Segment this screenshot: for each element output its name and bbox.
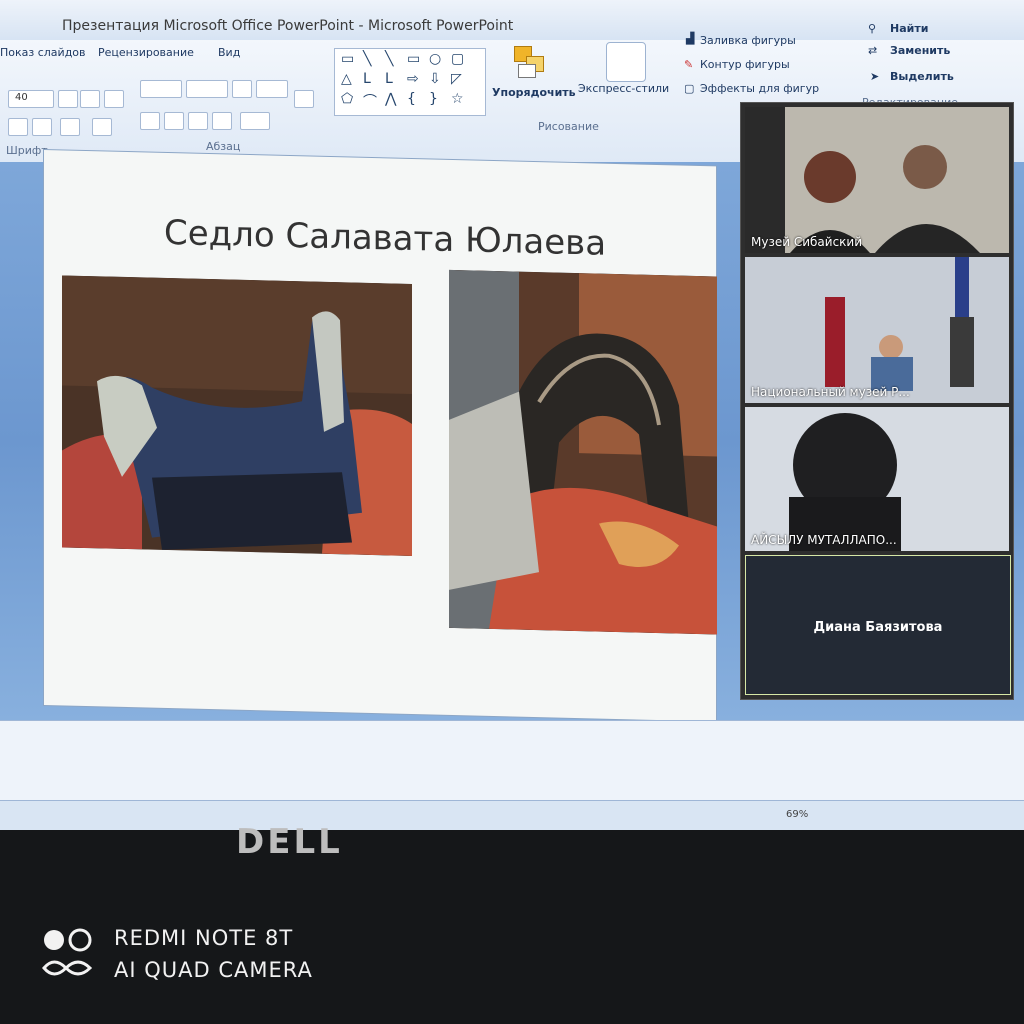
slide[interactable]: Седло Салавата Юлаева bbox=[44, 150, 717, 722]
shrink-font-icon[interactable] bbox=[80, 90, 100, 108]
textbox-shape-icon[interactable]: ▭ bbox=[341, 51, 354, 67]
elbow-connector-icon[interactable]: ᒪ bbox=[363, 71, 371, 87]
rounded-rect-shape-icon[interactable]: ▢ bbox=[451, 51, 464, 67]
window-titlebar: Презентация Microsoft Office PowerPoint … bbox=[0, 0, 1024, 42]
paragraph-group-label: Абзац bbox=[206, 140, 241, 153]
camera-logo-icon bbox=[42, 928, 93, 976]
quick-styles-icon[interactable] bbox=[606, 42, 646, 82]
participant-tile-2[interactable]: Национальный музей Р... bbox=[745, 257, 1009, 403]
font-color-icon[interactable] bbox=[92, 118, 112, 136]
shape-effects-button[interactable]: Эффекты для фигур bbox=[700, 82, 819, 95]
align-left-icon[interactable] bbox=[140, 112, 160, 130]
callout-shape-icon[interactable]: ◸ bbox=[451, 71, 462, 87]
pencil-icon[interactable]: ✎ bbox=[684, 58, 693, 71]
numbering-icon[interactable] bbox=[186, 80, 228, 98]
shape-fill-button[interactable]: Заливка фигуры bbox=[700, 34, 796, 47]
participant-name-3: АЙСЫЛУ МУТАЛЛАПО... bbox=[751, 533, 897, 547]
star-shape-icon[interactable]: ☆ bbox=[451, 91, 464, 107]
saddle-photo-right[interactable] bbox=[449, 269, 717, 635]
paint-bucket-icon[interactable]: ▟ bbox=[686, 32, 694, 45]
saddle-left-image bbox=[62, 275, 412, 556]
columns-icon[interactable] bbox=[240, 112, 270, 130]
arrange-button[interactable]: Упорядочить bbox=[492, 86, 576, 99]
shapes-gallery[interactable]: ▭ ╲ ╲ ▭ ○ ▢ △ ᒪ ᒪ ⇨ ⇩ ◸ ⬠ ⌒ ⋀ { } ☆ bbox=[334, 48, 486, 116]
font-size-box[interactable]: 40 bbox=[8, 90, 54, 108]
tab-view[interactable]: Вид bbox=[218, 46, 240, 59]
char-spacing-icon[interactable] bbox=[32, 118, 52, 136]
curve-shape-icon[interactable]: ⌒ bbox=[363, 91, 377, 111]
participant-name-4: Диана Баязитова bbox=[813, 620, 943, 635]
participant-video-2 bbox=[745, 257, 1009, 403]
participant-video-3 bbox=[745, 407, 1009, 551]
tab-review[interactable]: Рецензирование bbox=[98, 46, 194, 59]
left-brace-shape-icon[interactable]: { bbox=[407, 91, 416, 107]
replace-icon[interactable]: ⇄ bbox=[868, 44, 877, 57]
participant-name-1: Музей Сибайский bbox=[751, 235, 863, 249]
watermark-line-1: REDMI NOTE 8T bbox=[114, 926, 294, 950]
window-title: Презентация Microsoft Office PowerPoint … bbox=[62, 18, 514, 34]
shape-outline-button[interactable]: Контур фигуры bbox=[700, 58, 790, 71]
participant-video-1 bbox=[745, 107, 1009, 253]
participant-tile-4[interactable]: Диана Баязитова bbox=[745, 555, 1011, 695]
quick-styles-button[interactable]: Экспресс-стили bbox=[578, 82, 669, 95]
oval-shape-icon[interactable]: ○ bbox=[429, 51, 441, 67]
cursor-icon[interactable]: ➤ bbox=[870, 70, 879, 83]
shadow-icon[interactable] bbox=[8, 118, 28, 136]
arrange-icon[interactable] bbox=[512, 44, 550, 80]
change-case-icon[interactable] bbox=[60, 118, 80, 136]
elbow-arrow-icon[interactable]: ᒪ bbox=[385, 71, 393, 87]
down-arrow-shape-icon[interactable]: ⇩ bbox=[429, 71, 441, 87]
freeform-shape-icon[interactable]: ⋀ bbox=[385, 91, 396, 107]
status-bar: 69% bbox=[0, 800, 1024, 830]
saddle-right-image bbox=[449, 269, 717, 635]
saddle-photo-left[interactable] bbox=[62, 275, 412, 556]
participant-tile-1[interactable]: Музей Сибайский bbox=[745, 107, 1009, 253]
select-button[interactable]: Выделить bbox=[890, 70, 954, 83]
find-button[interactable]: Найти bbox=[890, 22, 928, 35]
replace-button[interactable]: Заменить bbox=[890, 44, 950, 57]
flowchart-shape-icon[interactable]: ⬠ bbox=[341, 91, 353, 107]
laptop-screen: Презентация Microsoft Office PowerPoint … bbox=[0, 0, 1024, 830]
grow-font-icon[interactable] bbox=[58, 90, 78, 108]
align-right-icon[interactable] bbox=[188, 112, 208, 130]
triangle-shape-icon[interactable]: △ bbox=[341, 71, 352, 87]
font-group-label: Шрифт bbox=[6, 144, 48, 157]
right-brace-shape-icon[interactable]: } bbox=[429, 91, 438, 107]
video-conference-panel: Музей Сибайский Национальный музей Р... … bbox=[740, 102, 1014, 700]
line-spacing-icon[interactable] bbox=[256, 80, 288, 98]
tab-slideshow[interactable]: Показ слайдов bbox=[0, 46, 86, 59]
justify-icon[interactable] bbox=[212, 112, 232, 130]
text-direction-icon[interactable] bbox=[294, 90, 314, 108]
line-shape-icon[interactable]: ╲ bbox=[363, 51, 371, 67]
participant-name-2: Национальный музей Р... bbox=[751, 385, 910, 399]
right-arrow-shape-icon[interactable]: ⇨ bbox=[407, 71, 419, 87]
effects-icon[interactable]: ▢ bbox=[684, 82, 694, 95]
participant-tile-3[interactable]: АЙСЫЛУ МУТАЛЛАПО... bbox=[745, 407, 1009, 551]
bullets-icon[interactable] bbox=[140, 80, 182, 98]
line-shape-icon-2[interactable]: ╲ bbox=[385, 51, 393, 67]
binoculars-icon[interactable]: ⚲ bbox=[868, 22, 876, 35]
rectangle-shape-icon[interactable]: ▭ bbox=[407, 51, 420, 67]
laptop-brand-logo: DELL bbox=[236, 822, 343, 862]
decrease-indent-icon[interactable] bbox=[232, 80, 252, 98]
watermark-line-2: AI QUAD CAMERA bbox=[114, 958, 313, 982]
font-size-value: 40 bbox=[15, 92, 28, 103]
slide-title[interactable]: Седло Салавата Юлаева bbox=[164, 213, 606, 264]
zoom-level[interactable]: 69% bbox=[786, 809, 808, 820]
clear-format-icon[interactable] bbox=[104, 90, 124, 108]
notes-pane[interactable] bbox=[0, 720, 1024, 811]
drawing-group-label: Рисование bbox=[538, 120, 599, 133]
align-center-icon[interactable] bbox=[164, 112, 184, 130]
